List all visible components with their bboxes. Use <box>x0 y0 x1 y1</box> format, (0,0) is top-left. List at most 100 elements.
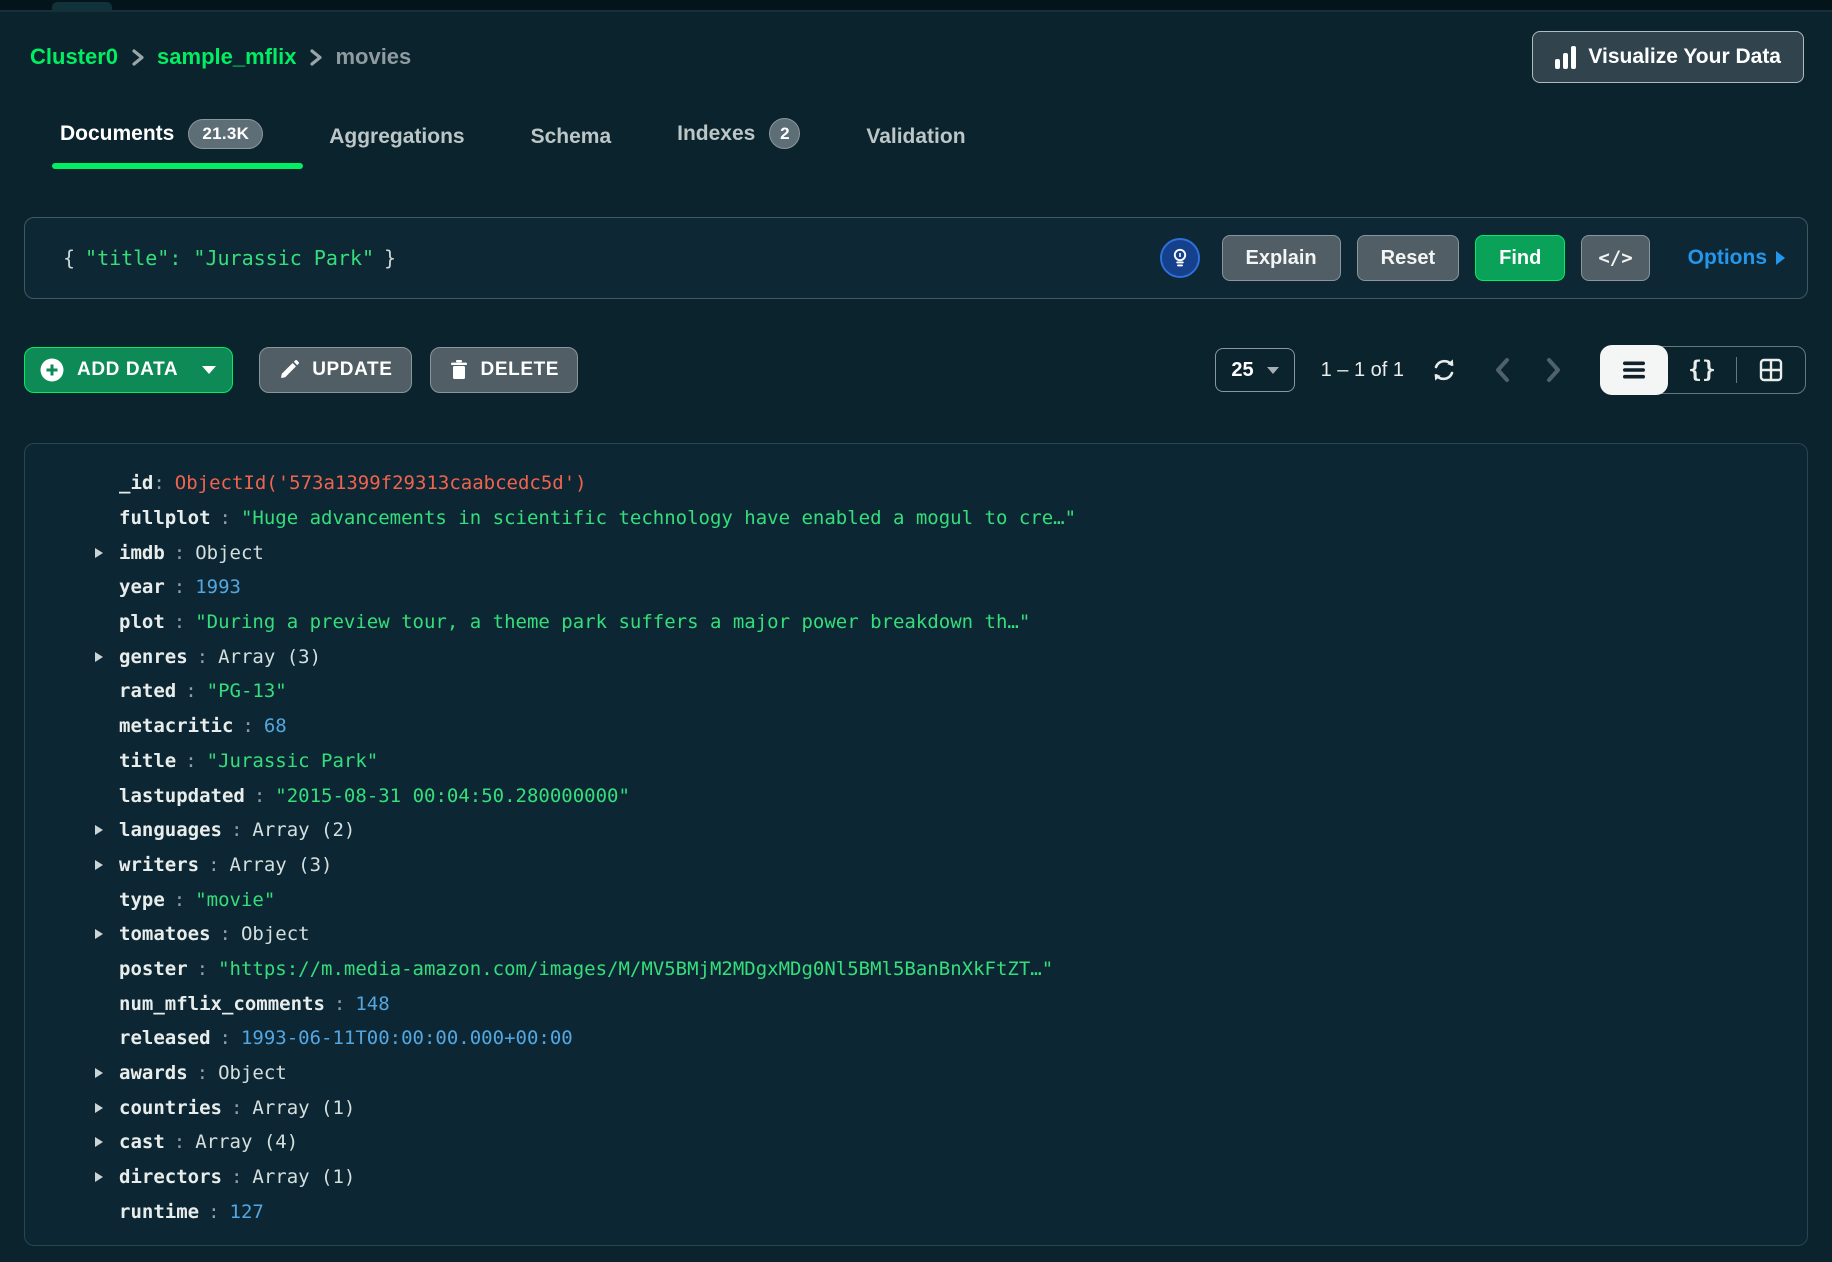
tab-documents[interactable]: Documents 21.3K <box>60 119 263 169</box>
page-size-select[interactable]: 25 <box>1215 348 1294 392</box>
table-view-button[interactable] <box>1737 346 1805 394</box>
document-field-row[interactable]: fullplot : "Huge advancements in scienti… <box>25 501 1807 536</box>
document-field-row[interactable]: imdb : Object <box>25 535 1807 570</box>
breadcrumb-cluster[interactable]: Cluster0 <box>30 44 118 70</box>
field-key: plot <box>119 611 165 633</box>
add-data-caret-icon <box>202 366 216 374</box>
document-field-row[interactable]: runtime : 127 <box>25 1194 1807 1229</box>
document-card[interactable]: _id : ObjectId('573a1399f29313caabcedc5d… <box>24 443 1808 1246</box>
breadcrumb: Cluster0 sample_mflix movies <box>30 44 411 70</box>
document-field-row[interactable]: countries : Array (1) <box>25 1090 1807 1125</box>
expand-caret-icon[interactable] <box>95 1172 119 1182</box>
document-field-row[interactable]: type : "movie" <box>25 882 1807 917</box>
field-colon: : <box>220 923 231 945</box>
expand-caret-icon[interactable] <box>95 929 119 939</box>
document-field-row[interactable]: genres : Array (3) <box>25 639 1807 674</box>
field-key: released <box>119 1027 211 1049</box>
document-field-row[interactable]: cast : Array (4) <box>25 1125 1807 1160</box>
tab-label: Aggregations <box>329 125 464 149</box>
field-colon: : <box>185 750 196 772</box>
pencil-icon <box>278 359 300 381</box>
query-input[interactable]: { "title": "Jurassic Park" } <box>63 246 396 270</box>
tab-schema[interactable]: Schema <box>531 125 612 169</box>
document-field-row[interactable]: year : 1993 <box>25 570 1807 605</box>
field-colon: : <box>334 993 345 1015</box>
options-label: Options <box>1688 246 1767 270</box>
document-field-row[interactable]: rated : "PG-13" <box>25 674 1807 709</box>
document-rows: _id : ObjectId('573a1399f29313caabcedc5d… <box>25 466 1807 1229</box>
document-field-row[interactable]: poster : "https://m.media-amazon.com/ima… <box>25 952 1807 987</box>
chevron-right-icon <box>308 49 323 66</box>
field-key: tomatoes <box>119 923 211 945</box>
previous-page-icon[interactable] <box>1492 356 1514 384</box>
reset-button[interactable]: Reset <box>1357 235 1459 281</box>
result-range-label: 1 – 1 of 1 <box>1321 359 1404 382</box>
header: Cluster0 sample_mflix movies Visualize Y… <box>0 30 1832 84</box>
document-field-row[interactable]: num_mflix_comments : 148 <box>25 986 1807 1021</box>
query-bar-actions: Explain Reset Find </> Options <box>1160 235 1786 281</box>
field-colon: : <box>197 958 208 980</box>
breadcrumb-database[interactable]: sample_mflix <box>157 44 296 70</box>
tab-label: Validation <box>866 125 965 149</box>
plus-circle-icon <box>39 357 65 383</box>
document-field-row[interactable]: plot : "During a preview tour, a theme p… <box>25 605 1807 640</box>
field-colon: : <box>197 1062 208 1084</box>
json-braces-icon: {} <box>1688 357 1716 383</box>
query-close-brace: } <box>384 246 396 270</box>
document-field-row[interactable]: _id : ObjectId('573a1399f29313caabcedc5d… <box>25 466 1807 501</box>
options-toggle[interactable]: Options <box>1688 246 1785 270</box>
ai-lightbulb-icon[interactable] <box>1160 238 1200 278</box>
document-field-row[interactable]: tomatoes : Object <box>25 917 1807 952</box>
document-field-row[interactable]: languages : Array (2) <box>25 813 1807 848</box>
breadcrumb-collection: movies <box>335 44 411 70</box>
field-key: runtime <box>119 1201 199 1223</box>
field-key: fullplot <box>119 507 211 529</box>
expand-caret-icon[interactable] <box>95 1103 119 1113</box>
documents-count-badge: 21.3K <box>188 119 263 149</box>
field-colon: : <box>174 889 185 911</box>
field-key: directors <box>119 1166 222 1188</box>
expand-caret-icon[interactable] <box>95 825 119 835</box>
field-key: rated <box>119 680 176 702</box>
expand-caret-icon[interactable] <box>95 1137 119 1147</box>
expand-caret-icon[interactable] <box>95 860 119 870</box>
workspace-tab-edge <box>52 2 112 12</box>
update-button[interactable]: UPDATE <box>259 347 411 393</box>
field-key: languages <box>119 819 222 841</box>
tab-validation[interactable]: Validation <box>866 125 965 169</box>
visualize-your-data-button[interactable]: Visualize Your Data <box>1532 31 1804 83</box>
explain-button[interactable]: Explain <box>1222 235 1341 281</box>
document-field-row[interactable]: awards : Object <box>25 1056 1807 1091</box>
delete-button[interactable]: DELETE <box>430 347 579 393</box>
query-filter-text: "title": "Jurassic Park" <box>85 246 374 270</box>
chevron-right-icon <box>130 49 145 66</box>
document-field-row[interactable]: title : "Jurassic Park" <box>25 744 1807 779</box>
document-field-row[interactable]: released : 1993-06-11T00:00:00.000+00:00 <box>25 1021 1807 1056</box>
document-field-row[interactable]: lastupdated : "2015-08-31 00:04:50.28000… <box>25 778 1807 813</box>
tab-indexes[interactable]: Indexes 2 <box>677 118 800 169</box>
export-to-language-button[interactable]: </> <box>1581 235 1649 281</box>
document-field-row[interactable]: writers : Array (3) <box>25 848 1807 883</box>
documents-toolbar: ADD DATA UPDATE DELETE 25 1 – 1 of 1 <box>24 347 1806 393</box>
next-page-icon[interactable] <box>1542 356 1564 384</box>
refresh-icon[interactable] <box>1430 356 1458 384</box>
list-view-button[interactable] <box>1600 345 1668 395</box>
add-data-button[interactable]: ADD DATA <box>24 347 233 393</box>
field-colon: : <box>185 680 196 702</box>
field-value: "movie" <box>195 889 275 911</box>
expand-caret-icon[interactable] <box>95 1068 119 1078</box>
field-key: num_mflix_comments <box>119 993 325 1015</box>
tab-aggregations[interactable]: Aggregations <box>329 125 464 169</box>
field-value: "2015-08-31 00:04:50.280000000" <box>275 785 630 807</box>
field-key: year <box>119 576 165 598</box>
field-key: metacritic <box>119 715 233 737</box>
document-field-row[interactable]: directors : Array (1) <box>25 1160 1807 1195</box>
field-colon: : <box>174 542 185 564</box>
find-button[interactable]: Find <box>1475 235 1565 281</box>
json-view-button[interactable]: {} <box>1668 346 1736 394</box>
document-field-row[interactable]: metacritic : 68 <box>25 709 1807 744</box>
field-value: Object <box>218 1062 287 1084</box>
field-colon: : <box>197 646 208 668</box>
expand-caret-icon[interactable] <box>95 652 119 662</box>
expand-caret-icon[interactable] <box>95 548 119 558</box>
